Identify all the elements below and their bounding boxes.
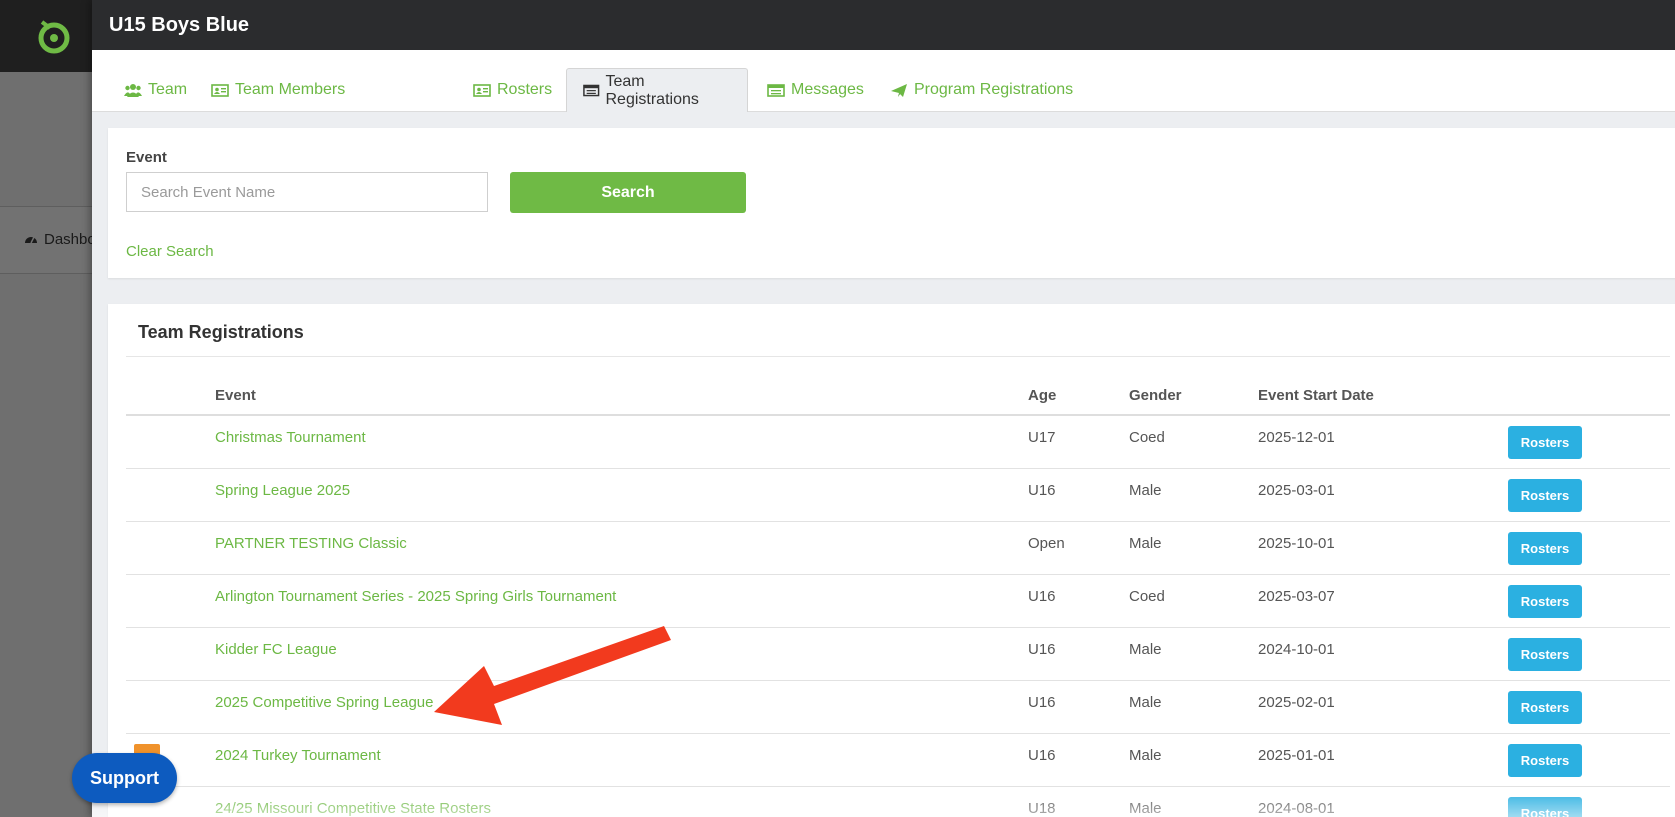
event-link[interactable]: Spring League 2025 — [215, 482, 350, 499]
dashboard-icon — [24, 231, 38, 248]
tab-team-registrations-label: Team Registrations — [605, 72, 699, 108]
start-date-cell: 2024-10-01 — [1258, 641, 1335, 658]
panel-title: Team Registrations — [138, 322, 304, 342]
search-button[interactable]: Search — [510, 172, 746, 213]
age-cell: U16 — [1028, 588, 1056, 605]
event-link[interactable]: 2025 Competitive Spring League — [215, 694, 433, 711]
table-row: 2025 Competitive Spring League U16 Male … — [126, 681, 1670, 734]
tab-team[interactable]: Team — [108, 68, 203, 112]
age-cell: U16 — [1028, 694, 1056, 711]
start-date-cell: 2025-10-01 — [1258, 535, 1335, 552]
support-button[interactable]: Support — [72, 753, 177, 803]
table-row: 24/25 Missouri Competitive State Rosters… — [126, 787, 1670, 817]
column-header-start-date[interactable]: Event Start Date — [1258, 387, 1374, 404]
age-cell: U18 — [1028, 800, 1056, 817]
list-icon — [767, 83, 785, 97]
column-header-age[interactable]: Age — [1028, 387, 1056, 404]
event-link[interactable]: 2024 Turkey Tournament — [215, 747, 381, 764]
gender-cell: Male — [1129, 800, 1162, 817]
table-row: 2024 Turkey Tournament U16 Male 2025-01-… — [126, 734, 1670, 787]
tab-rosters-label: Rosters — [497, 81, 553, 98]
table-row: Christmas Tournament U17 Coed 2025-12-01… — [126, 416, 1670, 469]
column-header-gender[interactable]: Gender — [1129, 387, 1182, 404]
gender-cell: Male — [1129, 747, 1162, 764]
rosters-button[interactable]: Rosters — [1508, 426, 1582, 459]
column-header-event[interactable]: Event — [215, 387, 256, 404]
rosters-button[interactable]: Rosters — [1508, 532, 1582, 565]
tab-messages[interactable]: Messages — [751, 68, 880, 112]
users-icon — [124, 83, 142, 97]
rosters-button[interactable]: Rosters — [1508, 585, 1582, 618]
app-logo-icon — [38, 20, 70, 54]
team-registrations-panel: Team Registrations Event Age Gender Even… — [108, 304, 1675, 817]
search-panel: Event Search Clear Search — [108, 128, 1675, 278]
event-link[interactable]: Kidder FC League — [215, 641, 337, 658]
gender-cell: Male — [1129, 694, 1162, 711]
rosters-button[interactable]: Rosters — [1508, 479, 1582, 512]
search-event-input[interactable] — [126, 172, 488, 212]
paper-plane-icon — [891, 83, 907, 97]
id-card-icon — [473, 83, 491, 97]
age-cell: U17 — [1028, 429, 1056, 446]
rosters-button[interactable]: Rosters — [1508, 638, 1582, 671]
start-date-cell: 2025-01-01 — [1258, 747, 1335, 764]
gender-cell: Male — [1129, 482, 1162, 499]
start-date-cell: 2025-03-01 — [1258, 482, 1335, 499]
rosters-button[interactable]: Rosters — [1508, 797, 1582, 817]
event-link[interactable]: Christmas Tournament — [215, 429, 366, 446]
gender-cell: Male — [1129, 535, 1162, 552]
gender-cell: Coed — [1129, 429, 1165, 446]
modal-title: U15 Boys Blue — [92, 0, 1675, 50]
age-cell: U16 — [1028, 641, 1056, 658]
tab-team-members[interactable]: Team Members — [195, 68, 361, 112]
event-link[interactable]: Arlington Tournament Series - 2025 Sprin… — [215, 588, 616, 605]
tab-program-registrations-label: Program Registrations — [914, 81, 1074, 98]
divider — [126, 356, 1670, 357]
search-label: Event — [126, 149, 167, 166]
start-date-cell: 2025-02-01 — [1258, 694, 1335, 711]
team-modal: U15 Boys Blue Team Team Members Rosters … — [92, 0, 1675, 817]
event-link[interactable]: 24/25 Missouri Competitive State Rosters — [215, 800, 491, 817]
list-icon — [583, 84, 600, 97]
table-row: PARTNER TESTING Classic Open Male 2025-1… — [126, 522, 1670, 575]
table-row: Kidder FC League U16 Male 2024-10-01 Ros… — [126, 628, 1670, 681]
id-card-icon — [211, 83, 229, 97]
tab-messages-label: Messages — [791, 81, 864, 98]
tab-bar: Team Team Members Rosters Team Registrat… — [92, 50, 1675, 112]
age-cell: U16 — [1028, 482, 1056, 499]
tab-team-registrations[interactable]: Team Registrations — [566, 68, 748, 112]
table-row: Arlington Tournament Series - 2025 Sprin… — [126, 575, 1670, 628]
age-cell: U16 — [1028, 747, 1056, 764]
nav-dashboard[interactable]: Dashbo — [24, 231, 96, 248]
red-arrow-annotation-icon — [434, 626, 671, 725]
tab-rosters[interactable]: Rosters — [457, 68, 568, 112]
start-date-cell: 2025-12-01 — [1258, 429, 1335, 446]
gender-cell: Male — [1129, 641, 1162, 658]
tab-team-label: Team — [148, 81, 188, 98]
tab-program-registrations[interactable]: Program Registrations — [874, 68, 1089, 112]
start-date-cell: 2025-03-07 — [1258, 588, 1335, 605]
nav-dashboard-label: Dashbo — [44, 231, 96, 248]
tab-team-members-label: Team Members — [235, 81, 346, 98]
gender-cell: Coed — [1129, 588, 1165, 605]
clear-search-link[interactable]: Clear Search — [126, 243, 214, 260]
rosters-button[interactable]: Rosters — [1508, 744, 1582, 777]
rosters-button[interactable]: Rosters — [1508, 691, 1582, 724]
event-link[interactable]: PARTNER TESTING Classic — [215, 535, 407, 552]
age-cell: Open — [1028, 535, 1065, 552]
start-date-cell: 2024-08-01 — [1258, 800, 1335, 817]
table-row: Spring League 2025 U16 Male 2025-03-01 R… — [126, 469, 1670, 522]
